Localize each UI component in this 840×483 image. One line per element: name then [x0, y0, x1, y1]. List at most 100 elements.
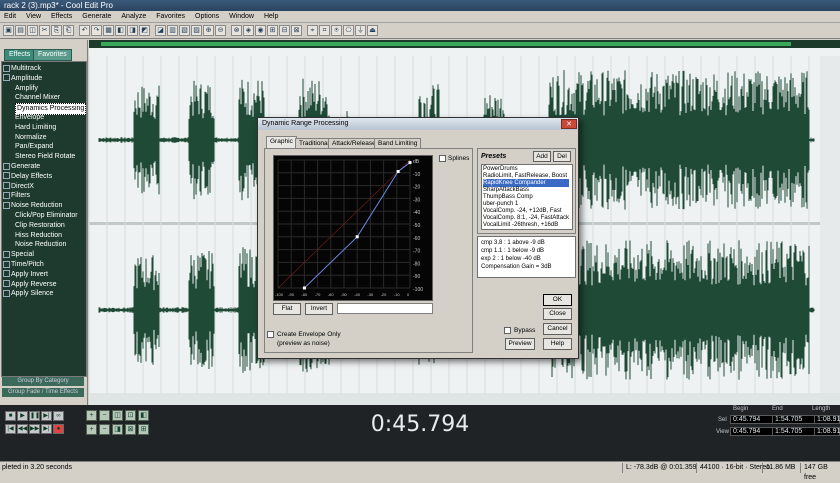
- sel-length-field[interactable]: 1:08.911: [814, 415, 840, 424]
- toolbar-button[interactable]: ▤: [15, 25, 26, 36]
- effect-item[interactable]: DirectX: [3, 182, 34, 192]
- menu-analyze[interactable]: Analyze: [117, 11, 150, 23]
- rewind-button[interactable]: ◀◀: [17, 424, 28, 434]
- close-button[interactable]: Close: [543, 308, 572, 320]
- zoom-right-button[interactable]: ◨: [112, 424, 123, 435]
- toolbar-button[interactable]: ◉: [255, 25, 266, 36]
- pause-button[interactable]: ❚❚: [29, 411, 40, 421]
- toolbar-button[interactable]: ⎔: [343, 25, 354, 36]
- flat-button[interactable]: Flat: [273, 303, 301, 315]
- toolbar-button[interactable]: ◧: [115, 25, 126, 36]
- expand-icon[interactable]: [3, 64, 10, 72]
- add-preset-button[interactable]: Add: [533, 151, 551, 162]
- toolbar-button[interactable]: ▥: [167, 25, 178, 36]
- effect-item[interactable]: Noise Reduction: [15, 240, 66, 250]
- expand-icon[interactable]: [3, 74, 10, 82]
- tab-effects[interactable]: Effects: [4, 49, 36, 61]
- go-end-button[interactable]: ▶|: [41, 424, 52, 434]
- preset-item[interactable]: VocalLimit -26thresh, +16dB: [483, 221, 569, 229]
- toolbar-button[interactable]: ◪: [155, 25, 166, 36]
- toolbar-button[interactable]: ↷: [91, 25, 102, 36]
- expand-icon[interactable]: [3, 182, 10, 190]
- cancel-button[interactable]: Cancel: [543, 323, 572, 335]
- create-envelope-checkbox[interactable]: [267, 331, 274, 338]
- invert-button[interactable]: Invert: [305, 303, 333, 315]
- effect-item[interactable]: Pan/Expand: [15, 142, 53, 152]
- view-begin-field[interactable]: 0:45.794: [730, 427, 776, 436]
- effect-item[interactable]: Multitrack: [3, 64, 41, 74]
- toolbar-button[interactable]: ↶: [79, 25, 90, 36]
- delete-preset-button[interactable]: Del: [553, 151, 571, 162]
- toolbar-button[interactable]: ⊖: [215, 25, 226, 36]
- menu-edit[interactable]: Edit: [0, 11, 20, 23]
- toolbar-button[interactable]: ⎗: [63, 25, 74, 36]
- effect-item[interactable]: Clip Restoration: [15, 221, 65, 231]
- sel-end-field[interactable]: 1:54.705: [772, 415, 818, 424]
- zoom-fit-button[interactable]: ⊠: [125, 424, 136, 435]
- toolbar-button[interactable]: ⏏: [367, 25, 378, 36]
- effect-item[interactable]: Delay Effects: [3, 172, 52, 182]
- toolbar-button[interactable]: ⍟: [331, 25, 342, 36]
- effect-item[interactable]: Amplify: [15, 84, 38, 94]
- effect-item[interactable]: Filters: [3, 191, 30, 201]
- effect-item[interactable]: Normalize: [15, 133, 47, 143]
- toolbar-button[interactable]: ▧: [179, 25, 190, 36]
- view-end-field[interactable]: 1:54.705: [772, 427, 818, 436]
- toolbar-button[interactable]: ⊗: [231, 25, 242, 36]
- toolbar-button[interactable]: ✂: [39, 25, 50, 36]
- effect-item[interactable]: Apply Invert: [3, 270, 48, 280]
- group-bottom-button[interactable]: Group Fade / Time Effects: [2, 388, 84, 397]
- zoom-left-button[interactable]: ◧: [138, 410, 149, 421]
- record-button[interactable]: ●: [53, 424, 64, 434]
- toolbar-button[interactable]: ⌗: [319, 25, 330, 36]
- toolbar-button[interactable]: ▦: [103, 25, 114, 36]
- transfer-curve-canvas[interactable]: dB-10-20-30-40-50-60-70-80-90-100-100 -90…: [274, 156, 432, 300]
- effect-item[interactable]: Special: [3, 250, 34, 260]
- play-to-end-button[interactable]: ▶|: [41, 411, 52, 421]
- expand-icon[interactable]: [3, 192, 10, 200]
- toolbar-button[interactable]: ⊟: [279, 25, 290, 36]
- toolbar-button[interactable]: ◨: [127, 25, 138, 36]
- help-button[interactable]: Help: [543, 338, 572, 350]
- toolbar-button[interactable]: ⊕: [203, 25, 214, 36]
- expand-icon[interactable]: [3, 260, 10, 268]
- menu-effects[interactable]: Effects: [47, 11, 76, 23]
- tab-favorites[interactable]: Favorites: [33, 49, 72, 61]
- effect-item[interactable]: Amplitude: [3, 74, 42, 84]
- effect-item[interactable]: Click/Pop Eliminator: [15, 211, 78, 221]
- effect-item[interactable]: Hard Limiting: [15, 123, 56, 133]
- effect-item[interactable]: Apply Reverse: [3, 280, 57, 290]
- expand-icon[interactable]: [3, 250, 10, 258]
- go-start-button[interactable]: |◀: [5, 424, 16, 434]
- menu-help[interactable]: Help: [260, 11, 282, 23]
- zoom-out-h-button[interactable]: −: [99, 410, 110, 421]
- effect-item[interactable]: Time/Pitch: [3, 260, 44, 270]
- toolbar-button[interactable]: ⏚: [355, 25, 366, 36]
- menu-window[interactable]: Window: [225, 11, 258, 23]
- toolbar-button[interactable]: ◫: [27, 25, 38, 36]
- dialog-title-bar[interactable]: Dynamic Range Processing: [258, 118, 578, 130]
- menu-favorites[interactable]: Favorites: [152, 11, 189, 23]
- dialog-close-button[interactable]: ✕: [561, 119, 577, 129]
- expand-icon[interactable]: [3, 280, 10, 288]
- loop-button[interactable]: ∞: [53, 411, 64, 421]
- toolbar-button[interactable]: ⊠: [291, 25, 302, 36]
- presets-list[interactable]: PowerDrums RadioLimit, FastRelease, Boos…: [481, 164, 573, 230]
- toolbar-button[interactable]: ◈: [243, 25, 254, 36]
- effect-item[interactable]: Generate: [3, 162, 40, 172]
- zoom-out-v-button[interactable]: −: [99, 424, 110, 435]
- zoom-full-button[interactable]: ◫: [112, 410, 123, 421]
- zoom-reset-button[interactable]: ⊞: [138, 424, 149, 435]
- zoom-in-h-button[interactable]: +: [86, 410, 97, 421]
- expand-icon[interactable]: [3, 201, 10, 209]
- expand-icon[interactable]: [3, 290, 10, 298]
- expand-icon[interactable]: [3, 270, 10, 278]
- effect-item[interactable]: Channel Mixer: [15, 93, 60, 103]
- menu-generate[interactable]: Generate: [78, 11, 115, 23]
- forward-button[interactable]: ▶▶: [29, 424, 40, 434]
- expand-icon[interactable]: [3, 162, 10, 170]
- view-length-field[interactable]: 1:08.911: [814, 427, 840, 436]
- group-by-category-button[interactable]: Group By Category: [2, 377, 84, 386]
- splines-checkbox[interactable]: [439, 155, 446, 162]
- stop-button[interactable]: ■: [5, 411, 16, 421]
